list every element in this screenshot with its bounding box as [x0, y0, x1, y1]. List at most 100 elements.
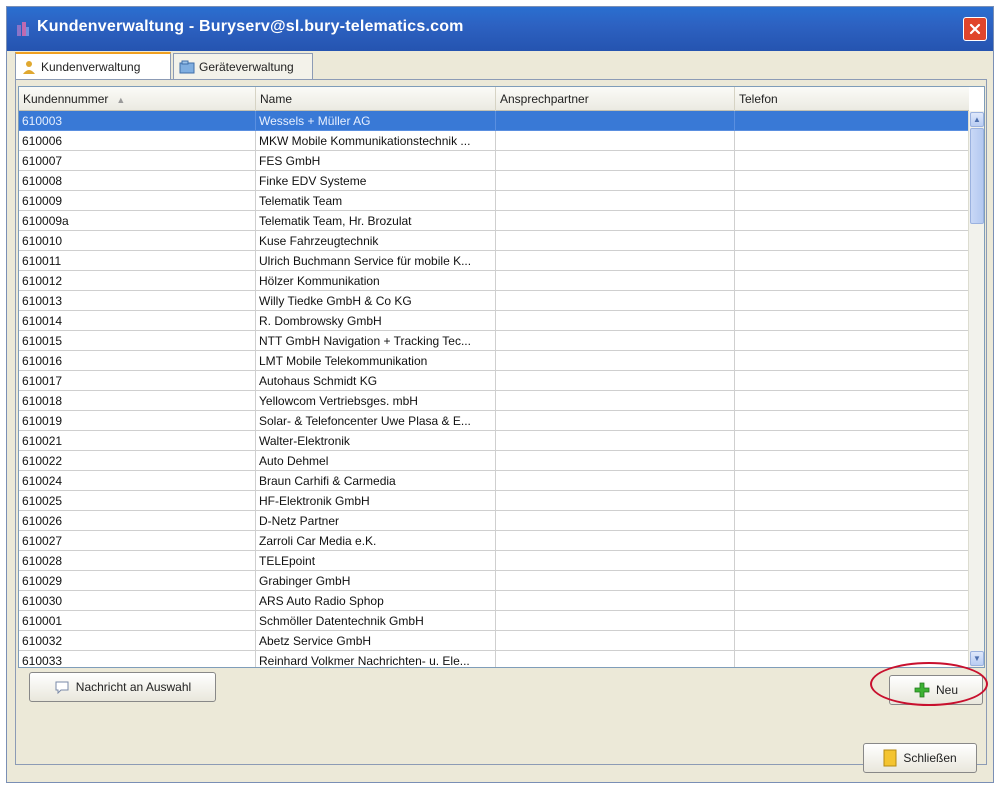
cell-name: Autohaus Schmidt KG	[256, 371, 496, 391]
column-header-kundennummer[interactable]: Kundennummer ▲	[19, 87, 256, 111]
cell-kundennummer: 610029	[19, 571, 256, 591]
table-row[interactable]: 610010 Kuse Fahrzeugtechnik	[19, 231, 969, 251]
cell-name: Walter-Elektronik	[256, 431, 496, 451]
tab-kundenverwaltung[interactable]: Kundenverwaltung	[15, 52, 171, 80]
cell-name: Telematik Team, Hr. Brozulat	[256, 211, 496, 231]
cell-ansprechpartner	[496, 351, 735, 371]
cell-name: Hölzer Kommunikation	[256, 271, 496, 291]
table-row[interactable]: 610008 Finke EDV Systeme	[19, 171, 969, 191]
column-header-name[interactable]: Name	[256, 87, 496, 111]
table-row[interactable]: 610003 Wessels + Müller AG	[19, 111, 969, 131]
cell-name: Willy Tiedke GmbH & Co KG	[256, 291, 496, 311]
cell-kundennummer: 610003	[19, 111, 256, 131]
cell-telefon	[735, 571, 969, 591]
cell-telefon	[735, 471, 969, 491]
table-row[interactable]: 610027 Zarroli Car Media e.K.	[19, 531, 969, 551]
cell-ansprechpartner	[496, 551, 735, 571]
cell-name: MKW Mobile Kommunikationstechnik ...	[256, 131, 496, 151]
title-bar[interactable]: Kundenverwaltung - Buryserv@sl.bury-tele…	[7, 7, 993, 51]
table-row[interactable]: 610009 Telematik Team	[19, 191, 969, 211]
close-window-button[interactable]	[963, 17, 987, 41]
cell-telefon	[735, 351, 969, 371]
cell-kundennummer: 610001	[19, 611, 256, 631]
table-row[interactable]: 610030 ARS Auto Radio Sphop	[19, 591, 969, 611]
cell-telefon	[735, 491, 969, 511]
table-row[interactable]: 610021 Walter-Elektronik	[19, 431, 969, 451]
tab-geraeteverwaltung[interactable]: Geräteverwaltung	[173, 53, 313, 79]
cell-telefon	[735, 431, 969, 451]
table-row[interactable]: 610014 R. Dombrowsky GmbH	[19, 311, 969, 331]
cell-ansprechpartner	[496, 231, 735, 251]
table-row[interactable]: 610009a Telematik Team, Hr. Brozulat	[19, 211, 969, 231]
vertical-scrollbar[interactable]: ▲ ▼	[968, 111, 984, 667]
cell-name: Ulrich Buchmann Service für mobile K...	[256, 251, 496, 271]
table-row[interactable]: 610025 HF-Elektronik GmbH	[19, 491, 969, 511]
cell-kundennummer: 610030	[19, 591, 256, 611]
scroll-up-button[interactable]: ▲	[970, 112, 984, 127]
cell-ansprechpartner	[496, 611, 735, 631]
cell-telefon	[735, 111, 969, 131]
cell-name: HF-Elektronik GmbH	[256, 491, 496, 511]
cell-ansprechpartner	[496, 171, 735, 191]
chevron-down-icon: ▼	[973, 654, 981, 663]
cell-kundennummer: 610022	[19, 451, 256, 471]
message-selection-button[interactable]: Nachricht an Auswahl	[29, 672, 216, 702]
close-icon	[969, 23, 981, 35]
cell-kundennummer: 610033	[19, 651, 256, 667]
cell-kundennummer: 610009a	[19, 211, 256, 231]
cell-telefon	[735, 211, 969, 231]
cell-ansprechpartner	[496, 251, 735, 271]
cell-name: Auto Dehmel	[256, 451, 496, 471]
cell-ansprechpartner	[496, 411, 735, 431]
person-icon	[23, 61, 35, 74]
cell-name: Abetz Service GmbH	[256, 631, 496, 651]
cell-telefon	[735, 191, 969, 211]
cell-ansprechpartner	[496, 371, 735, 391]
cell-name: D-Netz Partner	[256, 511, 496, 531]
cell-name: R. Dombrowsky GmbH	[256, 311, 496, 331]
scroll-down-button[interactable]: ▼	[970, 651, 984, 666]
table-row[interactable]: 610001 Schmöller Datentechnik GmbH	[19, 611, 969, 631]
cell-telefon	[735, 251, 969, 271]
cell-ansprechpartner	[496, 571, 735, 591]
cell-kundennummer: 610015	[19, 331, 256, 351]
table-row[interactable]: 610012 Hölzer Kommunikation	[19, 271, 969, 291]
table-row[interactable]: 610024 Braun Carhifi & Carmedia	[19, 471, 969, 491]
cell-kundennummer: 610027	[19, 531, 256, 551]
cell-ansprechpartner	[496, 271, 735, 291]
cell-kundennummer: 610019	[19, 411, 256, 431]
cell-telefon	[735, 451, 969, 471]
table-row[interactable]: 610022 Auto Dehmel	[19, 451, 969, 471]
cell-telefon	[735, 511, 969, 531]
cell-ansprechpartner	[496, 311, 735, 331]
table-row[interactable]: 610016 LMT Mobile Telekommunikation	[19, 351, 969, 371]
door-icon	[883, 749, 897, 767]
table-row[interactable]: 610013 Willy Tiedke GmbH & Co KG	[19, 291, 969, 311]
table-row[interactable]: 610007 FES GmbH	[19, 151, 969, 171]
table-row[interactable]: 610026 D-Netz Partner	[19, 511, 969, 531]
scrollbar-thumb[interactable]	[970, 128, 984, 224]
cell-telefon	[735, 631, 969, 651]
column-header-telefon[interactable]: Telefon	[735, 87, 969, 111]
table-row[interactable]: 610028 TELEpoint	[19, 551, 969, 571]
table-row[interactable]: 610011 Ulrich Buchmann Service für mobile…	[19, 251, 969, 271]
column-header-ansprechpartner[interactable]: Ansprechpartner	[496, 87, 735, 111]
cell-ansprechpartner	[496, 191, 735, 211]
table-row[interactable]: 610018 Yellowcom Vertriebsges. mbH	[19, 391, 969, 411]
table-row[interactable]: 610032 Abetz Service GmbH	[19, 631, 969, 651]
cell-ansprechpartner	[496, 151, 735, 171]
cell-name: Kuse Fahrzeugtechnik	[256, 231, 496, 251]
table-row[interactable]: 610015 NTT GmbH Navigation + Tracking Tec…	[19, 331, 969, 351]
close-button[interactable]: Schließen	[863, 743, 977, 773]
table-row[interactable]: 610033 Reinhard Volkmer Nachrichten- u. E…	[19, 651, 969, 667]
cell-kundennummer: 610006	[19, 131, 256, 151]
cell-ansprechpartner	[496, 431, 735, 451]
cell-telefon	[735, 271, 969, 291]
table-row[interactable]: 610006 MKW Mobile Kommunikationstechnik .…	[19, 131, 969, 151]
table-row[interactable]: 610017 Autohaus Schmidt KG	[19, 371, 969, 391]
table-row[interactable]: 610029 Grabinger GmbH	[19, 571, 969, 591]
cell-ansprechpartner	[496, 451, 735, 471]
cell-telefon	[735, 411, 969, 431]
cell-telefon	[735, 151, 969, 171]
table-row[interactable]: 610019 Solar- & Telefoncenter Uwe Plasa &…	[19, 411, 969, 431]
